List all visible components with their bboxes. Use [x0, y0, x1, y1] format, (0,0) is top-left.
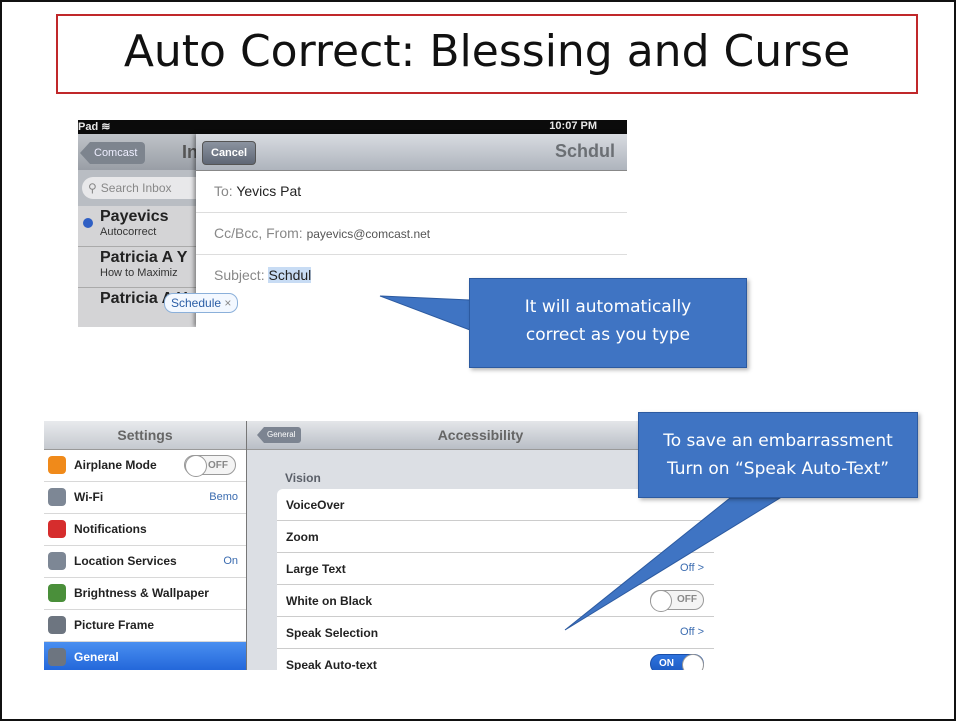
callout-line: correct as you type [525, 325, 691, 345]
callout-tail-autocorrect [379, 295, 471, 331]
callout-line: To save an embarrassment [663, 431, 893, 451]
callout-line: It will automatically [524, 297, 692, 317]
callout-embarrassment: To save an embarrassment Turn on “Speak … [638, 412, 918, 498]
callout-line: Turn on “Speak Auto-Text” [666, 459, 890, 479]
callout-autocorrect: It will automatically correct as you typ… [469, 278, 747, 368]
callout-tail-embarrassment [564, 497, 782, 631]
